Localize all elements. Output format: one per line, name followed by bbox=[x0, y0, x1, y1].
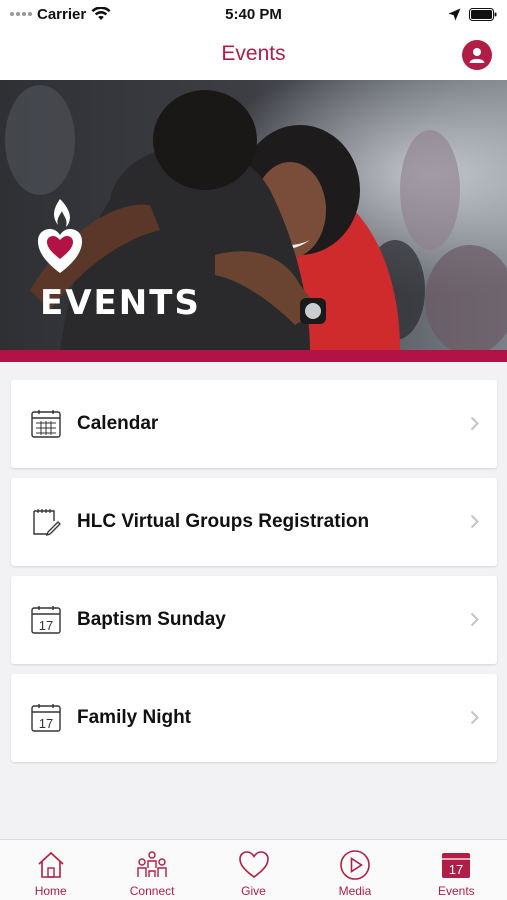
calendar-day-number: 17 bbox=[449, 862, 463, 877]
hero-divider bbox=[0, 350, 507, 362]
list-item-calendar[interactable]: Calendar bbox=[11, 380, 497, 468]
play-circle-icon bbox=[339, 849, 371, 881]
hero-title: EVENTS bbox=[40, 283, 201, 323]
tab-label: Home bbox=[34, 884, 67, 898]
status-left: Carrier bbox=[10, 6, 111, 23]
home-icon bbox=[35, 849, 67, 881]
people-icon bbox=[136, 849, 168, 881]
tab-label: Media bbox=[338, 884, 372, 898]
flame-heart-logo bbox=[38, 199, 82, 273]
status-bar: Carrier 5:40 PM bbox=[0, 0, 507, 28]
list-item-baptism-sunday[interactable]: 17 Baptism Sunday bbox=[11, 576, 497, 664]
tab-events[interactable]: 17 Events bbox=[406, 840, 507, 900]
tab-home[interactable]: Home bbox=[0, 840, 101, 900]
list-item-virtual-groups[interactable]: HLC Virtual Groups Registration bbox=[11, 478, 497, 566]
battery-icon bbox=[469, 7, 497, 21]
notepad-edit-icon bbox=[31, 507, 61, 537]
tab-give[interactable]: Give bbox=[203, 840, 304, 900]
tab-media[interactable]: Media bbox=[304, 840, 405, 900]
calendar-filled-icon: 17 bbox=[440, 849, 472, 881]
calendar-grid-icon bbox=[31, 409, 61, 439]
status-right bbox=[448, 7, 497, 21]
calendar-day-number: 17 bbox=[39, 716, 53, 731]
tab-label: Connect bbox=[129, 884, 175, 898]
wifi-icon bbox=[91, 7, 111, 20]
chevron-right-icon bbox=[470, 514, 479, 529]
list-item-label: Baptism Sunday bbox=[77, 609, 226, 630]
tab-label: Events bbox=[437, 884, 475, 898]
location-arrow-icon bbox=[448, 8, 461, 20]
list-item-label: HLC Virtual Groups Registration bbox=[77, 511, 370, 532]
page-title: Events bbox=[221, 42, 286, 65]
heart-icon bbox=[238, 849, 270, 881]
tab-connect[interactable]: Connect bbox=[101, 840, 202, 900]
tab-bar: Home Connect Give Media 17 Events bbox=[0, 839, 507, 900]
events-list: Calendar HLC Virtual Groups Registration bbox=[11, 380, 497, 772]
person-icon bbox=[469, 48, 485, 63]
signal-icon bbox=[10, 12, 32, 16]
list-item-family-night[interactable]: 17 Family Night bbox=[11, 674, 497, 762]
calendar-day-icon: 17 bbox=[31, 605, 61, 635]
calendar-day-icon: 17 bbox=[31, 703, 61, 733]
hero-banner: EVENTS bbox=[0, 80, 507, 350]
list-item-label: Family Night bbox=[77, 707, 192, 728]
list-item-label: Calendar bbox=[77, 413, 159, 434]
chevron-right-icon bbox=[470, 416, 479, 431]
calendar-day-number: 17 bbox=[39, 618, 53, 633]
chevron-right-icon bbox=[470, 612, 479, 627]
tab-label: Give bbox=[241, 884, 266, 898]
chevron-right-icon bbox=[470, 710, 479, 725]
profile-button[interactable] bbox=[462, 40, 492, 70]
nav-bar: Events bbox=[0, 28, 507, 80]
carrier-label: Carrier bbox=[37, 5, 87, 23]
